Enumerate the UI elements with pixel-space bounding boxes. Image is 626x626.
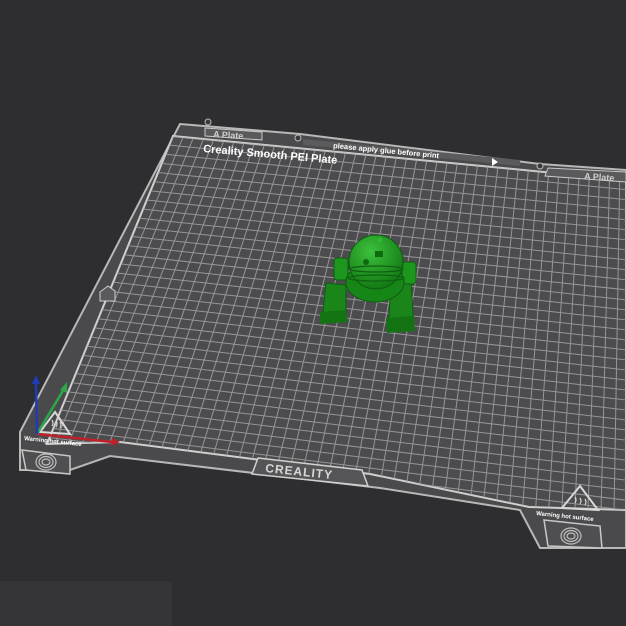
3d-viewport[interactable]: A Plate A Plate please apply glue before… bbox=[0, 0, 626, 626]
bottom-left-panel bbox=[0, 581, 172, 626]
plate-screw bbox=[204, 118, 212, 126]
plate-screw bbox=[294, 134, 302, 142]
build-plate[interactable]: A Plate A Plate please apply glue before… bbox=[19, 118, 626, 549]
z-axis-line bbox=[34, 381, 39, 435]
plate-screw bbox=[536, 162, 544, 170]
model-shoulder-left bbox=[333, 257, 349, 281]
plate-tab-right-label: A Plate bbox=[584, 171, 615, 183]
z-axis-arrow bbox=[32, 375, 40, 384]
plate-tab-left-label: A Plate bbox=[213, 129, 244, 141]
